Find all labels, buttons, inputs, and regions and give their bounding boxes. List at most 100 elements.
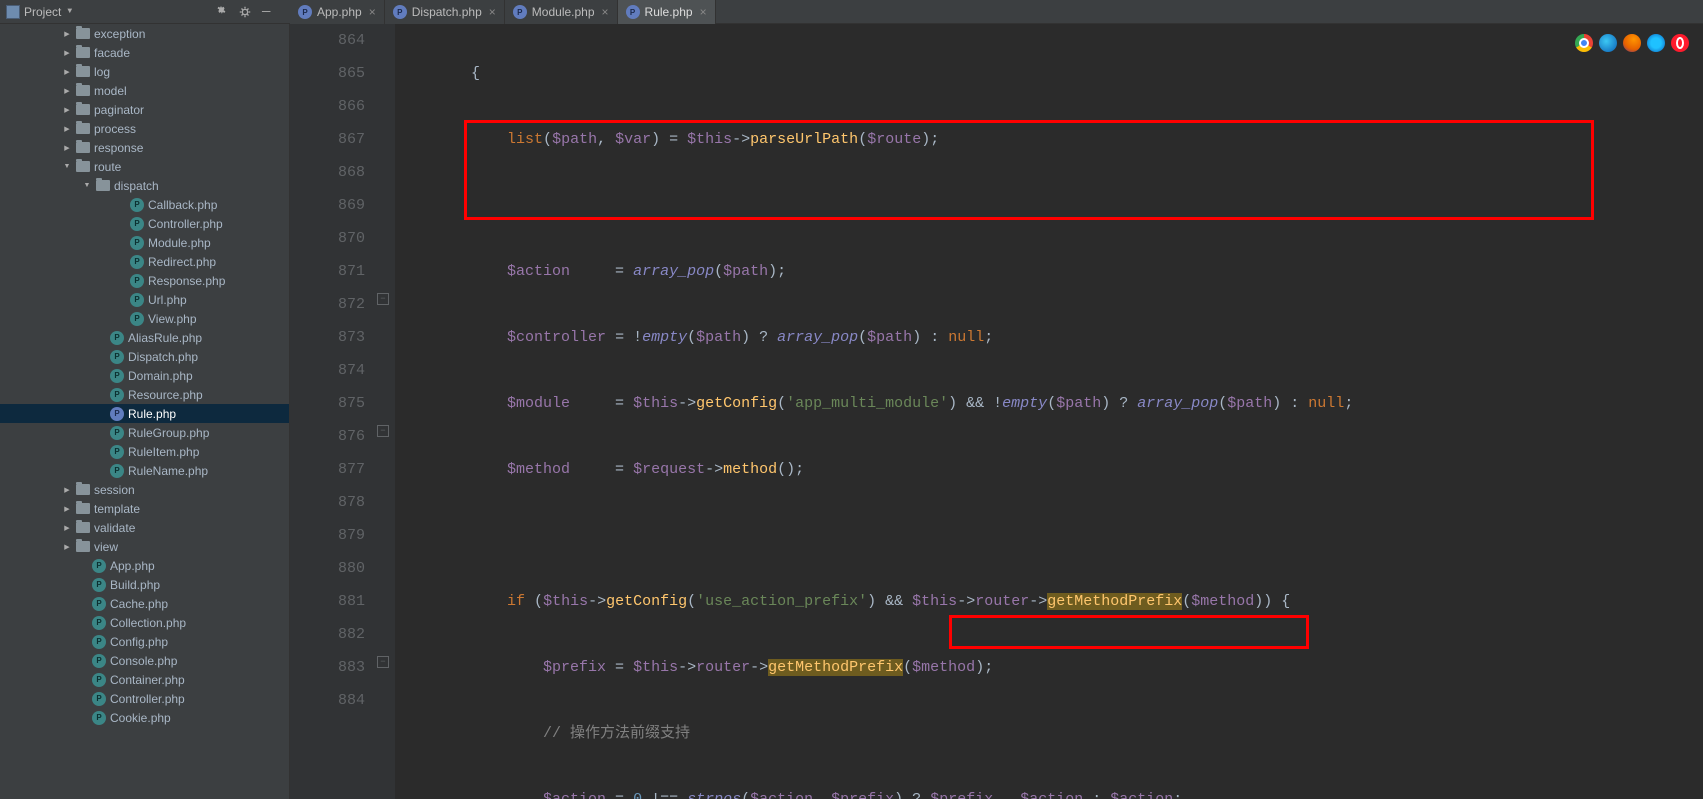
tree-item[interactable]: session — [0, 480, 289, 499]
tree-arrow-icon[interactable] — [62, 105, 72, 115]
tree-label: Url.php — [148, 293, 187, 307]
tree-label: route — [94, 160, 121, 174]
editor-tab[interactable]: Module.php× — [505, 0, 618, 24]
opera-icon[interactable] — [1671, 34, 1689, 52]
tree-item[interactable]: AliasRule.php — [0, 328, 289, 347]
php-icon — [130, 236, 144, 250]
tree-item[interactable]: process — [0, 119, 289, 138]
tree-item[interactable]: RuleGroup.php — [0, 423, 289, 442]
tree-item[interactable]: Cookie.php — [0, 708, 289, 727]
tree-label: dispatch — [114, 179, 159, 193]
php-icon — [110, 426, 124, 440]
tree-item[interactable]: Config.php — [0, 632, 289, 651]
project-selector[interactable]: Project ▼ — — [0, 0, 290, 23]
tree-item[interactable]: Response.php — [0, 271, 289, 290]
tree-item[interactable]: Controller.php — [0, 214, 289, 233]
safari-icon[interactable] — [1647, 34, 1665, 52]
tree-item[interactable]: Domain.php — [0, 366, 289, 385]
line-number: 867 — [290, 123, 365, 156]
main-area: exceptionfacadelogmodelpaginatorprocessr… — [0, 24, 1703, 799]
fold-marker[interactable]: − — [377, 293, 389, 305]
tree-arrow-icon[interactable] — [62, 124, 72, 134]
editor-tab[interactable]: Dispatch.php× — [385, 0, 505, 24]
tree-arrow-icon[interactable] — [62, 504, 72, 514]
tree-arrow-icon[interactable] — [62, 67, 72, 77]
project-tree[interactable]: exceptionfacadelogmodelpaginatorprocessr… — [0, 24, 290, 799]
tree-arrow-icon[interactable] — [62, 86, 72, 96]
tree-item[interactable]: Collection.php — [0, 613, 289, 632]
php-icon — [130, 274, 144, 288]
php-icon — [92, 597, 106, 611]
tree-item[interactable]: Module.php — [0, 233, 289, 252]
folder-icon — [76, 484, 90, 495]
tree-item[interactable]: view — [0, 537, 289, 556]
tree-item[interactable]: Container.php — [0, 670, 289, 689]
tree-item[interactable]: dispatch — [0, 176, 289, 195]
code-line: $module = $this->getConfig('app_multi_mo… — [399, 387, 1703, 420]
php-icon — [626, 5, 640, 19]
line-number: 865 — [290, 57, 365, 90]
tree-item[interactable]: facade — [0, 43, 289, 62]
chrome-icon[interactable] — [1575, 34, 1593, 52]
close-icon[interactable]: × — [700, 5, 707, 19]
tree-item[interactable]: Dispatch.php — [0, 347, 289, 366]
tree-item[interactable]: Url.php — [0, 290, 289, 309]
fold-marker[interactable]: − — [377, 656, 389, 668]
tree-item[interactable]: validate — [0, 518, 289, 537]
tree-item[interactable]: Callback.php — [0, 195, 289, 214]
tree-item[interactable]: Redirect.php — [0, 252, 289, 271]
tree-item[interactable]: App.php — [0, 556, 289, 575]
code-line: if ($this->getConfig('use_action_prefix'… — [399, 585, 1703, 618]
folder-icon — [76, 66, 90, 77]
edge-icon[interactable] — [1599, 34, 1617, 52]
gear-icon[interactable] — [238, 5, 252, 19]
tree-item[interactable]: response — [0, 138, 289, 157]
tree-label: Controller.php — [148, 217, 223, 231]
close-icon[interactable]: × — [369, 5, 376, 19]
line-number: 873 — [290, 321, 365, 354]
tree-item[interactable]: View.php — [0, 309, 289, 328]
tree-item[interactable]: RuleName.php — [0, 461, 289, 480]
tree-arrow-icon[interactable] — [82, 181, 92, 191]
tree-item[interactable]: paginator — [0, 100, 289, 119]
close-icon[interactable]: × — [602, 5, 609, 19]
tree-label: Module.php — [148, 236, 211, 250]
code-area[interactable]: { list($path, $var) = $this->parseUrlPat… — [395, 24, 1703, 799]
collapse-icon[interactable]: — — [262, 5, 276, 19]
tree-item[interactable]: route — [0, 157, 289, 176]
close-icon[interactable]: × — [489, 5, 496, 19]
tree-item[interactable]: template — [0, 499, 289, 518]
tree-label: facade — [94, 46, 130, 60]
tree-item[interactable]: log — [0, 62, 289, 81]
tree-item[interactable]: model — [0, 81, 289, 100]
tree-arrow-icon[interactable] — [62, 143, 72, 153]
tree-item[interactable]: Build.php — [0, 575, 289, 594]
firefox-icon[interactable] — [1623, 34, 1641, 52]
folder-icon — [96, 180, 110, 191]
tree-arrow-icon[interactable] — [62, 29, 72, 39]
tree-item[interactable]: exception — [0, 24, 289, 43]
tree-arrow-icon[interactable] — [62, 523, 72, 533]
folder-icon — [76, 142, 90, 153]
tree-arrow-icon[interactable] — [62, 542, 72, 552]
tree-item[interactable]: Controller.php — [0, 689, 289, 708]
editor-tab[interactable]: App.php× — [290, 0, 385, 24]
tree-item[interactable]: Cache.php — [0, 594, 289, 613]
tree-arrow-icon[interactable] — [62, 485, 72, 495]
tree-item[interactable]: Resource.php — [0, 385, 289, 404]
tree-arrow-icon[interactable] — [62, 162, 72, 172]
php-icon — [130, 293, 144, 307]
tree-arrow-icon[interactable] — [62, 48, 72, 58]
tree-item[interactable]: RuleItem.php — [0, 442, 289, 461]
editor-tab[interactable]: Rule.php× — [618, 0, 716, 24]
php-icon — [92, 616, 106, 630]
settings-icon[interactable] — [214, 5, 228, 19]
tree-item[interactable]: Rule.php — [0, 404, 289, 423]
line-number: 880 — [290, 552, 365, 585]
fold-marker[interactable]: − — [377, 425, 389, 437]
tree-item[interactable]: Console.php — [0, 651, 289, 670]
tree-label: Resource.php — [128, 388, 203, 402]
tree-label: Cache.php — [110, 597, 168, 611]
code-line: // 操作方法前缀支持 — [399, 717, 1703, 750]
code-editor[interactable]: 8648658668678688698708718728738748758768… — [290, 24, 1703, 799]
